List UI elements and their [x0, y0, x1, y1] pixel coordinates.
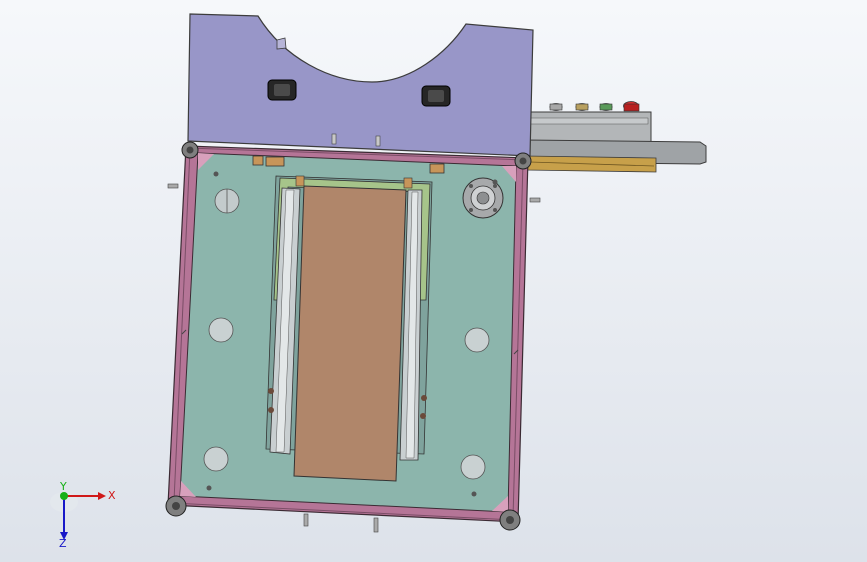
- x-axis-label: X: [108, 489, 116, 502]
- hole-icon: [203, 446, 229, 472]
- control-box-lid: [529, 117, 649, 125]
- hole-icon: [460, 454, 486, 480]
- hole-icon: [214, 188, 240, 214]
- corner-caster-icon[interactable]: [514, 152, 532, 170]
- y-axis-label: Y: [59, 480, 67, 493]
- rail-screw-icon: [421, 395, 427, 401]
- emergency-stop-icon[interactable]: [623, 101, 640, 112]
- hole-icon: [208, 317, 234, 343]
- corner-caster-icon[interactable]: [181, 141, 199, 159]
- z-axis-label: Z: [59, 537, 67, 548]
- corner-caster-icon[interactable]: [499, 509, 521, 531]
- belt-clip: [403, 177, 413, 189]
- control-box-body: [525, 111, 652, 145]
- push-button-icon[interactable]: [549, 103, 563, 111]
- x-axis-arrowhead: [98, 492, 106, 500]
- belt-pad: [293, 185, 407, 482]
- cover-pin: [276, 37, 287, 50]
- cad-scene[interactable]: [0, 0, 867, 562]
- hole-icon: [464, 327, 490, 353]
- corner-caster-icon[interactable]: [165, 495, 187, 517]
- handle-icon[interactable]: [267, 79, 297, 101]
- orientation-triad: X Y Z: [50, 480, 116, 548]
- y-axis-dot: [60, 492, 68, 500]
- belt-clip: [295, 175, 305, 187]
- push-button-icon[interactable]: [599, 103, 613, 111]
- bearing-flange-icon[interactable]: [462, 177, 504, 219]
- conveyor-belt[interactable]: [265, 175, 433, 482]
- rail-screw-icon: [268, 388, 274, 394]
- rail-screw-icon: [268, 407, 274, 413]
- rail-screw-icon: [420, 413, 426, 419]
- push-button-icon[interactable]: [575, 103, 589, 111]
- graphics-viewport[interactable]: X Y Z: [0, 0, 867, 562]
- handle-icon[interactable]: [421, 85, 451, 107]
